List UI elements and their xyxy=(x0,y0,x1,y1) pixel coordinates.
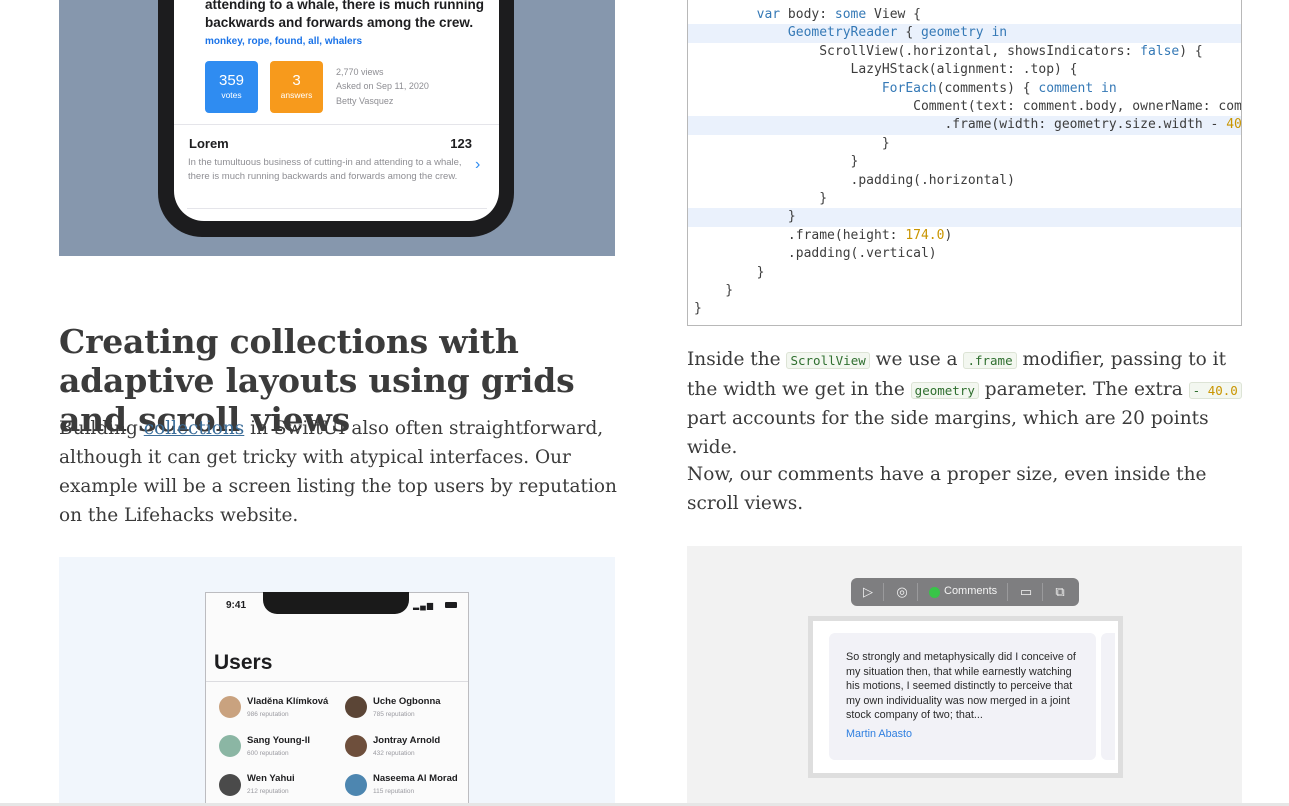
collections-link[interactable]: collections xyxy=(144,418,245,439)
paragraph-text: Building xyxy=(59,418,144,439)
avatar xyxy=(219,774,241,796)
votes-count: 359 xyxy=(218,72,245,89)
paragraph-text: we use a xyxy=(869,349,964,370)
comment-text: So strongly and metaphysically did I con… xyxy=(846,651,1076,722)
divider xyxy=(1007,583,1008,601)
code-line: ScrollView(.horizontal, showsIndicators:… xyxy=(694,43,1203,59)
answers-badge: 3 answers xyxy=(270,61,323,113)
play-icon[interactable]: ▷ xyxy=(859,583,877,601)
user-reputation: 600 reputation xyxy=(247,750,289,757)
inline-code-number: 40.0 xyxy=(1207,382,1238,398)
device-icon[interactable]: ▭ xyxy=(1017,583,1035,601)
user-name: Naseema Al Morad xyxy=(373,773,458,784)
explanation-paragraph: Inside the ScrollView we use a .frame mo… xyxy=(687,346,1247,462)
votes-label: votes xyxy=(221,90,242,100)
user-name: Wen Yahui xyxy=(247,773,295,784)
question-screenshot-figure: attending to a whale, there is much runn… xyxy=(59,0,615,256)
inline-code: geometry xyxy=(910,381,979,399)
user-reputation: 115 reputation xyxy=(373,788,415,795)
chevron-right-icon: › xyxy=(475,156,481,173)
code-block: var body: some View { GeometryReader { g… xyxy=(687,0,1242,326)
divider xyxy=(206,681,468,682)
user-reputation: 212 reputation xyxy=(247,788,289,795)
code-line: } xyxy=(688,208,1241,227)
avatar xyxy=(219,696,241,718)
paragraph-text: Inside the xyxy=(687,349,787,370)
users-title: Users xyxy=(214,651,273,674)
code-line: var body: some View { xyxy=(756,7,922,22)
divider xyxy=(917,583,918,601)
phone-notch xyxy=(263,592,409,614)
inline-code: .frame xyxy=(963,352,1017,369)
divider xyxy=(187,208,487,209)
users-screenshot-figure: 9:41 ▂▄▆ Users Vladěna Klímková 986 repu… xyxy=(59,557,615,806)
user-name: Sang Young-Il xyxy=(247,735,310,746)
code-line: Comment(text: comment.body, ownerName: c… xyxy=(913,99,1242,114)
avatar xyxy=(345,774,367,796)
paragraph-text: part accounts for the side margins, whic… xyxy=(687,408,1209,458)
question-tags: monkey, rope, found, all, whalers xyxy=(205,36,363,47)
code-line: } xyxy=(694,191,828,206)
divider xyxy=(1042,583,1043,601)
views-count: 2,770 views xyxy=(336,67,384,77)
battery-icon xyxy=(445,602,457,608)
result-paragraph: Now, our comments have a proper size, ev… xyxy=(687,464,1207,514)
votes-badge: 359 votes xyxy=(205,61,258,113)
code-line: } xyxy=(694,154,859,170)
answers-label: answers xyxy=(280,90,313,100)
code-line: } xyxy=(694,135,890,151)
code-line: GeometryReader { geometry in xyxy=(688,24,1241,43)
avatar xyxy=(219,735,241,757)
paragraph-text: parameter. The extra xyxy=(978,378,1189,400)
preview-name: Comments xyxy=(944,585,998,597)
duplicate-icon[interactable]: ⧉ xyxy=(1051,583,1069,601)
code-line: } xyxy=(694,264,765,280)
user-reputation: 785 reputation xyxy=(373,711,415,718)
user-reputation: 986 reputation xyxy=(247,711,289,718)
inline-code: ScrollView xyxy=(786,352,870,369)
user-reputation: 432 reputation xyxy=(373,750,415,757)
question-author: Betty Vasquez xyxy=(336,96,394,106)
status-time: 9:41 xyxy=(226,600,247,611)
answers-count: 3 xyxy=(292,72,301,89)
code-line: .padding(.vertical) xyxy=(694,246,937,262)
code-line: .frame(height: 174.0) xyxy=(694,227,953,243)
asked-date: Asked on Sep 11, 2020 xyxy=(336,81,429,91)
code-line: } xyxy=(694,283,734,298)
code-line: .padding(.horizontal) xyxy=(694,172,1015,188)
code-line: ForEach(comments) { comment in xyxy=(881,80,1117,96)
comments-preview-figure: ▷ ◎ Comments ▭ ⧉ So strongly and metaphy… xyxy=(687,546,1242,806)
question-text: attending to a whale, there is much runn… xyxy=(205,0,485,30)
status-indicator xyxy=(929,587,940,598)
avatar xyxy=(345,696,367,718)
row-body: In the tumultuous business of cutting-in… xyxy=(188,157,462,182)
code-line: .frame(width: geometry.size.width - 40.0… xyxy=(688,116,1241,135)
code-line: } xyxy=(694,301,702,317)
comment-owner[interactable]: Martin Abasto xyxy=(846,728,912,740)
avatar xyxy=(345,735,367,757)
user-name: Uche Ogbonna xyxy=(373,696,441,707)
divider xyxy=(174,124,499,125)
inline-code: - 40.0 xyxy=(1188,381,1242,399)
inline-code-text: - xyxy=(1192,382,1208,398)
next-comment-card xyxy=(1101,633,1115,760)
inspect-icon[interactable]: ◎ xyxy=(893,583,911,601)
user-name: Jontray Arnold xyxy=(373,735,441,746)
code-line: LazyHStack(alignment: .top) { xyxy=(694,62,1078,78)
row-title: Lorem xyxy=(189,136,229,151)
row-count: 123 xyxy=(450,136,472,151)
divider xyxy=(883,583,884,601)
signal-wifi-icon: ▂▄▆ xyxy=(413,601,434,610)
intro-paragraph: Building collections in SwiftUI also oft… xyxy=(59,414,619,530)
user-name: Vladěna Klímková xyxy=(247,696,329,707)
